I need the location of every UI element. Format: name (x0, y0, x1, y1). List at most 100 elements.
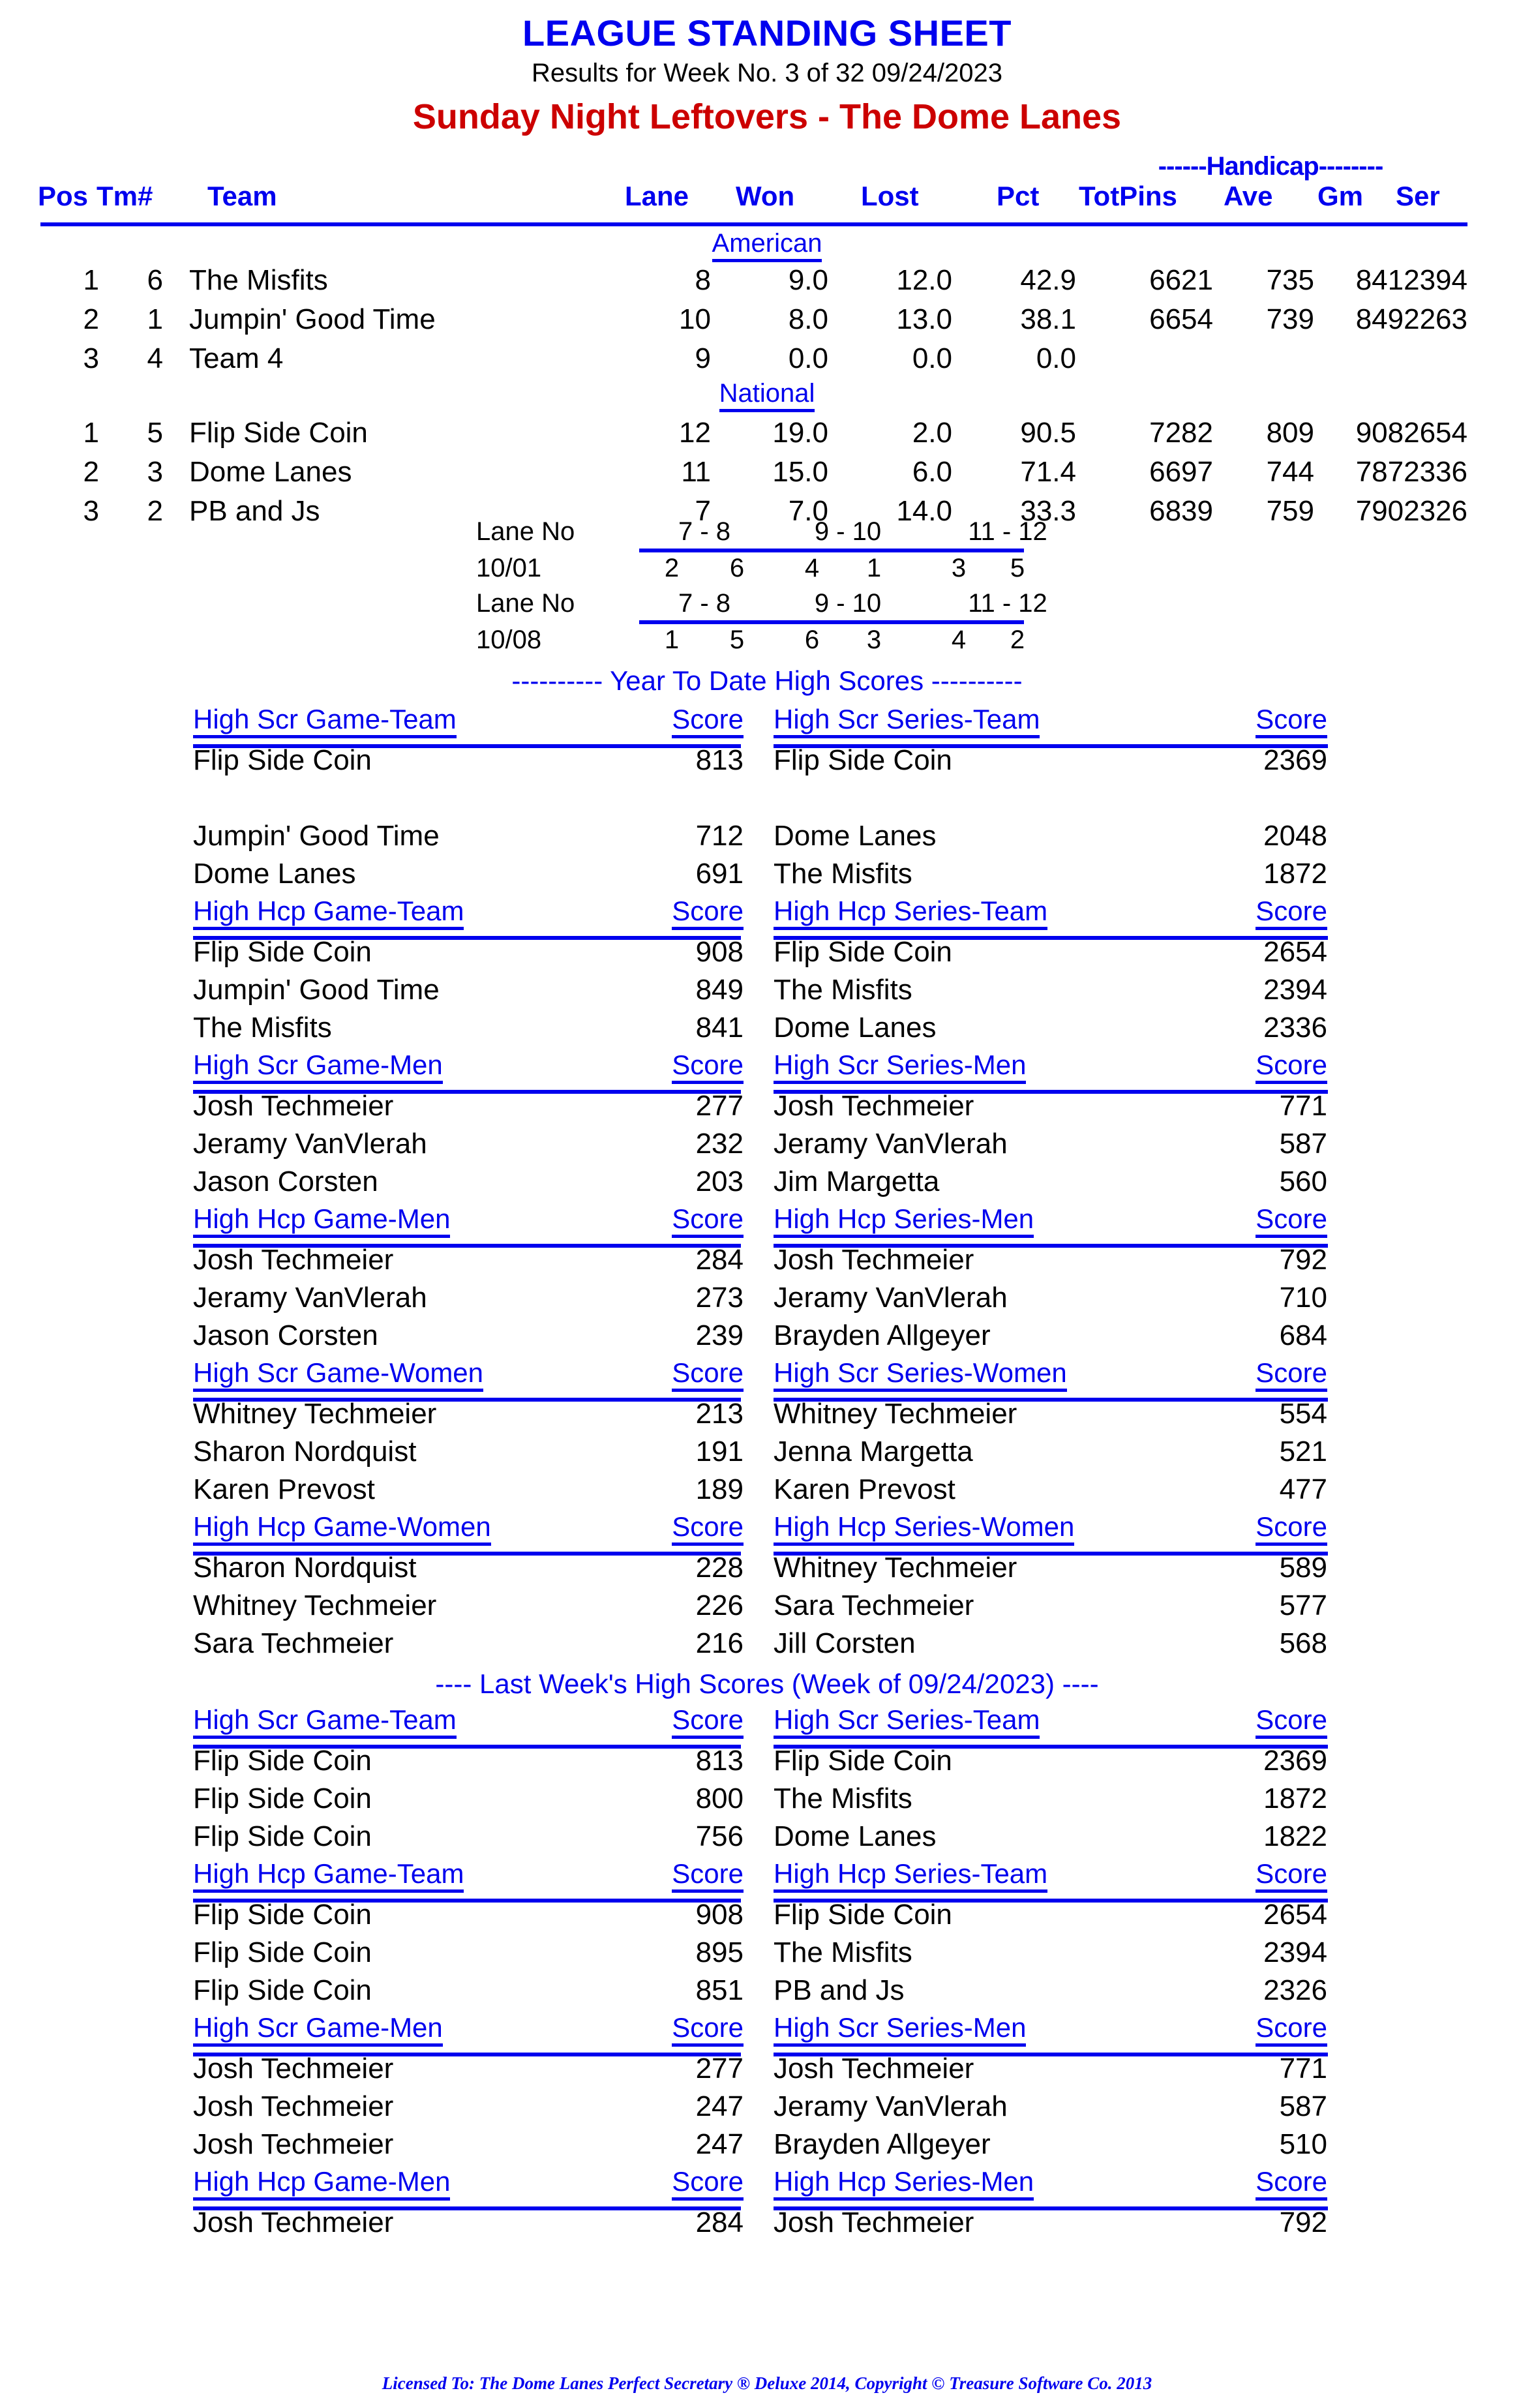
right-score: 1872 (1263, 1783, 1327, 1815)
score-label-right: Score (1256, 1704, 1327, 1739)
right-score: 792 (1279, 2206, 1327, 2239)
ytd-block-hcp-game-team: High Hcp Game-Team Score High Hcp Series… (0, 895, 1534, 1049)
list-item: Flip Side Coin 813 Flip Side Coin 2369 (0, 1745, 1534, 1783)
standings-header-rule (40, 222, 1467, 227)
standings-table: ------Handicap-------- Pos Tm# Team Lane… (0, 152, 1534, 527)
left-name: Josh Techmeier (193, 2053, 394, 2085)
ytd-block-scr-game-team: High Scr Game-Team Score High Scr Series… (0, 704, 1534, 895)
score-label-left: Score (672, 704, 744, 739)
lastweek-block-hcp-game-team: High Hcp Game-Team Score High Hcp Series… (0, 1858, 1534, 2012)
right-score: 792 (1279, 1244, 1327, 1276)
row-pos: 2 (83, 303, 99, 336)
row-lost: 12.0 (896, 264, 952, 297)
score-label-left: Score (672, 1858, 744, 1893)
column-header-won: Won (736, 181, 795, 212)
left-name: Josh Techmeier (193, 2206, 394, 2239)
row-totpins: 6621 (1149, 264, 1213, 297)
left-name: Flip Side Coin (193, 1936, 372, 1969)
column-header-pos: Pos (38, 181, 89, 212)
right-name: Josh Techmeier (774, 1244, 974, 1276)
list-item: Flip Side Coin 908 Flip Side Coin 2654 (0, 936, 1534, 974)
right-score: 589 (1279, 1552, 1327, 1584)
right-name: PB and Js (774, 1974, 905, 2007)
column-header-totpins: TotPins (1079, 181, 1177, 212)
row-tm: 6 (147, 264, 163, 297)
matchup-team: 2 (664, 554, 680, 583)
lane-pair-9-10: 9 - 10 (814, 589, 882, 618)
row-team: Flip Side Coin (189, 417, 368, 449)
section-title-left: High Scr Game-Team (193, 1704, 457, 1739)
section-title-right: High Hcp Series-Team (774, 895, 1048, 931)
section-title-right: High Scr Series-Men (774, 2012, 1027, 2047)
section-title-right: High Hcp Series-Team (774, 1858, 1048, 1893)
left-score: 756 (695, 1820, 744, 1853)
left-score: 284 (695, 1244, 744, 1276)
section-title-right: High Scr Series-Team (774, 704, 1040, 739)
row-pos: 2 (83, 456, 99, 489)
left-name: Sharon Nordquist (193, 1436, 417, 1468)
right-score: 2654 (1263, 936, 1327, 969)
lane-pair-11-12: 11 - 12 (968, 517, 1047, 547)
column-header-gm: Gm (1317, 181, 1364, 212)
right-score: 554 (1279, 1398, 1327, 1430)
row-team: Team 4 (189, 342, 284, 375)
right-name: The Misfits (774, 1783, 912, 1815)
left-name: Flip Side Coin (193, 1974, 372, 2007)
right-score: 560 (1279, 1166, 1327, 1198)
right-name: Flip Side Coin (774, 744, 952, 777)
matchup-team: 3 (866, 625, 882, 655)
row-totpins: 6697 (1149, 456, 1213, 489)
lane-no-label: Lane No (476, 517, 575, 547)
list-item: Jason Corsten 203 Jim Margetta 560 (0, 1166, 1534, 1203)
right-score: 510 (1279, 2128, 1327, 2161)
table-row: 1 6 The Misfits 8 9.0 12.0 42.9 6621 735… (0, 264, 1534, 302)
right-score: 577 (1279, 1589, 1327, 1622)
right-score: 710 (1279, 1282, 1327, 1314)
right-name: Brayden Allgeyer (774, 2128, 991, 2161)
row-pos: 3 (83, 342, 99, 375)
row-pct: 42.9 (1020, 264, 1076, 297)
right-name: Jim Margetta (774, 1166, 940, 1198)
league-standing-sheet: LEAGUE STANDING SHEET Results for Week N… (0, 0, 1534, 2408)
left-score: 239 (695, 1319, 744, 1352)
row-lane: 11 (681, 456, 711, 489)
handicap-group-label: ------Handicap-------- (1158, 152, 1384, 181)
list-item: Karen Prevost 189 Karen Prevost 477 (0, 1473, 1534, 1511)
right-score: 1872 (1263, 858, 1327, 890)
section-title-right: High Scr Series-Women (774, 1357, 1067, 1392)
left-name: Jumpin' Good Time (193, 820, 440, 852)
left-name: Dome Lanes (193, 858, 356, 890)
left-score: 851 (695, 1974, 744, 2007)
section-title-left: High Hcp Game-Team (193, 895, 464, 931)
column-header-tm: Tm# (97, 181, 153, 212)
left-score: 908 (695, 1899, 744, 1931)
right-name: Jill Corsten (774, 1627, 916, 1660)
lane-schedule-week-row: 10/01 2 6 4 1 3 5 (0, 554, 1534, 586)
division-header-american: American (0, 229, 1534, 263)
league-name: Sunday Night Leftovers - The Dome Lanes (412, 97, 1122, 136)
list-item: The Misfits 841 Dome Lanes 2336 (0, 1012, 1534, 1049)
column-header-ave: Ave (1224, 181, 1273, 212)
left-score: 849 (695, 974, 744, 1006)
left-score: 203 (695, 1166, 744, 1198)
score-label-left: Score (672, 1203, 744, 1239)
right-name: Dome Lanes (774, 1820, 937, 1853)
left-name: Flip Side Coin (193, 1783, 372, 1815)
ytd-block-scr-game-men: High Scr Game-Men Score High Scr Series-… (0, 1049, 1534, 1203)
row-lost: 0.0 (912, 342, 952, 375)
division-label: National (719, 379, 815, 413)
row-pct: 90.5 (1020, 417, 1076, 449)
row-lane: 8 (695, 264, 711, 297)
right-score: 684 (1279, 1319, 1327, 1352)
row-ave: 735 (1266, 264, 1314, 297)
score-label-left: Score (672, 1511, 744, 1546)
row-lane: 10 (679, 303, 711, 336)
score-label-right: Score (1256, 1203, 1327, 1239)
ytd-block-hcp-game-women: High Hcp Game-Women Score High Hcp Serie… (0, 1511, 1534, 1665)
left-score: 277 (695, 1090, 744, 1122)
right-name: Whitney Techmeier (774, 1552, 1017, 1584)
score-label-right: Score (1256, 895, 1327, 931)
matchup-team: 4 (804, 554, 820, 583)
row-gm-ser: 8492263 (1355, 303, 1467, 336)
right-name: Jeramy VanVlerah (774, 1282, 1008, 1314)
